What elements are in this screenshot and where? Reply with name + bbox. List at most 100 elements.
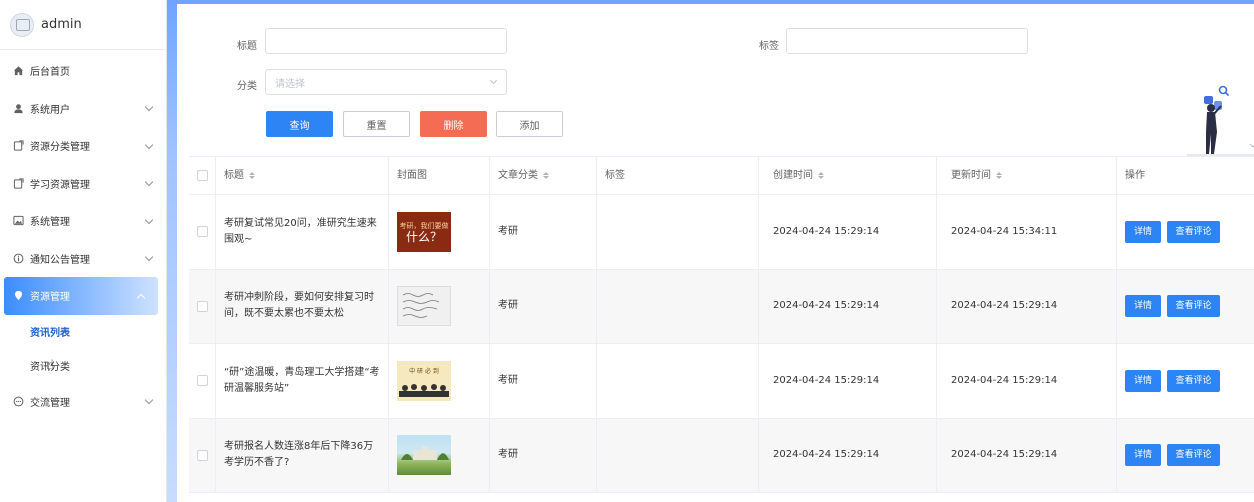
content-panel: 标题 标签 分类 请选择 查询 重置 删除 添加 标题 封面图 文章分类 标签 … xyxy=(177,4,1254,502)
menu-item-learning-resource[interactable]: 学习资源管理 xyxy=(0,165,166,203)
row-operations: 详情 查看评论 xyxy=(1117,419,1254,493)
row-checkbox[interactable] xyxy=(196,300,208,312)
menu-item-home[interactable]: 后台首页 xyxy=(0,52,166,90)
chevron-down-icon xyxy=(144,396,154,405)
sort-icon[interactable] xyxy=(996,172,1002,179)
row-operations: 详情 查看评论 xyxy=(1117,344,1254,418)
menu-item-label: 系统管理 xyxy=(30,217,70,229)
select-all-checkbox[interactable] xyxy=(196,170,208,181)
row-created: 2024-04-24 15:29:14 xyxy=(759,269,937,343)
sub-item-news-category[interactable]: 资讯分类 xyxy=(0,349,166,383)
chevron-down-icon xyxy=(489,76,498,85)
main-area: 标题 标签 分类 请选择 查询 重置 删除 添加 标题 封面图 文章分类 标签 … xyxy=(167,0,1254,502)
category-select[interactable]: 请选择 xyxy=(265,69,507,95)
table-row: 考研复试常见20问，准研究生速来围观~ 考研，我们要做 什么？ 考研 2024-… xyxy=(189,195,1254,270)
row-tag xyxy=(597,195,759,269)
table-header-row: 标题 封面图 文章分类 标签 创建时间 更新时间 操作 xyxy=(189,157,1254,195)
brand: admin xyxy=(0,0,166,50)
tag-input[interactable] xyxy=(786,28,1028,54)
table-row: 考研报名人数连涨8年后下降36万 考学历不香了? 考研 2024-04-24 1… xyxy=(189,418,1254,493)
title-input[interactable] xyxy=(265,28,507,54)
detail-button[interactable]: 详情 xyxy=(1125,369,1161,392)
detail-button[interactable]: 详情 xyxy=(1125,444,1161,467)
header-created[interactable]: 创建时间 xyxy=(759,157,937,194)
location-pin-icon xyxy=(12,290,24,302)
header-updated[interactable]: 更新时间 xyxy=(937,157,1117,194)
menu-item-label: 学习资源管理 xyxy=(30,179,90,191)
side-menu: 后台首页 系统用户 资源分类管理 学习资源管理 系统管理 通知公告管理 资源管理… xyxy=(0,50,166,420)
row-category: 考研 xyxy=(490,195,597,269)
query-button[interactable]: 查询 xyxy=(266,111,333,137)
tag-icon xyxy=(12,177,24,189)
header-title-label: 标题 xyxy=(224,169,244,181)
row-title: 考研报名人数连涨8年后下降36万 考学历不香了? xyxy=(216,418,389,492)
menu-item-system-management[interactable]: 系统管理 xyxy=(0,202,166,240)
header-category[interactable]: 文章分类 xyxy=(490,157,597,194)
header-title[interactable]: 标题 xyxy=(216,157,389,194)
sort-icon[interactable] xyxy=(818,172,824,179)
row-checkbox[interactable] xyxy=(196,226,208,238)
menu-item-system-users[interactable]: 系统用户 xyxy=(0,90,166,128)
row-checkbox[interactable] xyxy=(196,449,208,461)
header-checkbox-cell xyxy=(189,157,216,194)
tag-label: 标签 xyxy=(759,41,779,52)
title-label: 标题 xyxy=(237,41,257,52)
cover-text-line: 什么？ xyxy=(405,229,442,244)
sort-icon[interactable] xyxy=(249,172,255,179)
menu-item-notice-management[interactable]: 通知公告管理 xyxy=(0,240,166,278)
header-operations: 操作 xyxy=(1125,169,1145,181)
row-checkbox-cell xyxy=(189,195,216,269)
cover-image[interactable]: 考研，我们要做 什么？ xyxy=(397,211,451,252)
header-created-label: 创建时间 xyxy=(773,169,813,181)
crowd-silhouette-icon xyxy=(399,384,449,398)
view-comments-button[interactable]: 查看评论 xyxy=(1167,220,1220,243)
row-checkbox-cell xyxy=(189,418,216,492)
cover-image[interactable]: 中 研 必 到 xyxy=(397,360,451,401)
header-category-label: 文章分类 xyxy=(498,169,538,181)
view-comments-button[interactable]: 查看评论 xyxy=(1167,295,1220,318)
chevron-down-icon xyxy=(144,215,154,224)
tag-icon xyxy=(12,140,24,152)
menu-item-label: 资源管理 xyxy=(30,292,70,304)
category-label: 分类 xyxy=(237,81,257,92)
menu-item-resource-management[interactable]: 资源管理 xyxy=(4,277,158,315)
cover-text-line: 中 研 必 到 xyxy=(409,368,439,376)
row-checkbox-cell xyxy=(189,344,216,418)
row-cover: 考研，我们要做 什么？ xyxy=(389,195,490,269)
campus-building-image-icon xyxy=(401,446,449,461)
row-title: 考研复试常见20问，准研究生速来围观~ xyxy=(216,195,389,269)
row-checkbox[interactable] xyxy=(196,375,208,387)
reset-button[interactable]: 重置 xyxy=(343,111,410,137)
menu-item-label: 后台首页 xyxy=(30,67,70,79)
avatar-image-icon xyxy=(10,12,34,37)
menu-item-resource-category[interactable]: 资源分类管理 xyxy=(0,127,166,165)
row-cover: 中 研 必 到 xyxy=(389,344,490,418)
chevron-down-icon xyxy=(144,103,154,112)
row-checkbox-cell xyxy=(189,269,216,343)
row-tag xyxy=(597,269,759,343)
handwriting-image-icon xyxy=(402,293,440,319)
brand-name: admin xyxy=(41,17,82,32)
row-category: 考研 xyxy=(490,344,597,418)
table-row: “研”途温暖，青岛理工大学搭建“考研温馨服务站” 中 研 必 到 考研 2024… xyxy=(189,344,1254,419)
header-tag: 标签 xyxy=(597,157,759,194)
cover-image[interactable] xyxy=(397,286,451,327)
image-icon xyxy=(12,215,24,227)
detail-button[interactable]: 详情 xyxy=(1125,295,1161,318)
person-search-illustration-icon xyxy=(1187,85,1254,156)
detail-button[interactable]: 详情 xyxy=(1125,220,1161,243)
row-created: 2024-04-24 15:29:14 xyxy=(759,418,937,492)
chat-icon xyxy=(12,395,24,407)
news-table: 标题 封面图 文章分类 标签 创建时间 更新时间 操作 考研复试常见20问，准研… xyxy=(189,156,1254,493)
sub-item-news-list[interactable]: 资讯列表 xyxy=(0,315,166,349)
cover-image[interactable] xyxy=(397,435,451,476)
add-button[interactable]: 添加 xyxy=(496,111,563,137)
chevron-down-icon xyxy=(144,178,154,187)
delete-button[interactable]: 删除 xyxy=(420,111,487,137)
view-comments-button[interactable]: 查看评论 xyxy=(1167,369,1220,392)
view-comments-button[interactable]: 查看评论 xyxy=(1167,444,1220,467)
row-operations: 详情 查看评论 xyxy=(1117,270,1254,344)
menu-item-label: 系统用户 xyxy=(30,104,70,116)
sort-icon[interactable] xyxy=(543,172,549,179)
menu-item-communication[interactable]: 交流管理 xyxy=(0,383,166,421)
